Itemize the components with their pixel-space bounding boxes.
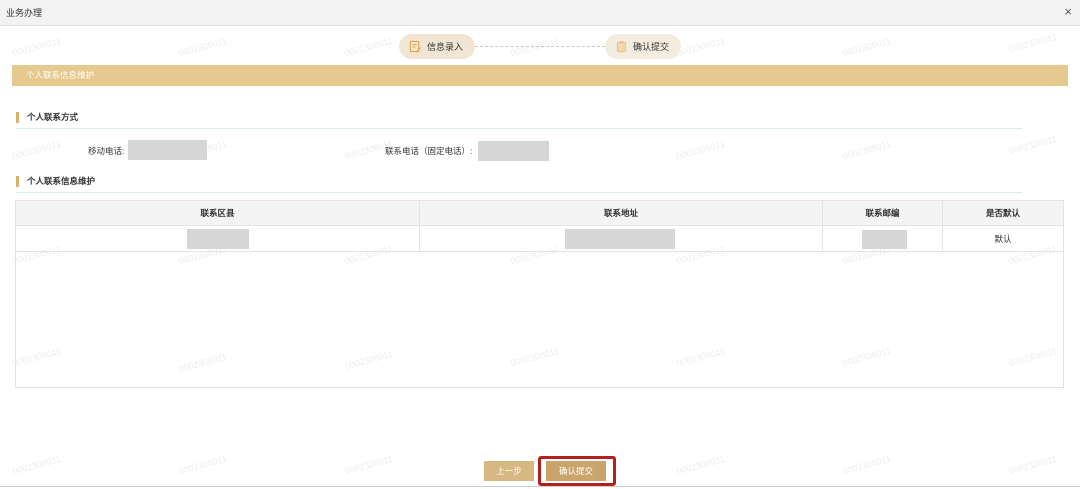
watermark: 0002308011 — [675, 138, 726, 162]
landline-value-masked — [478, 141, 549, 161]
step-info-entry[interactable]: 信息录入 — [399, 34, 475, 59]
watermark: 0002308011 — [675, 453, 726, 477]
watermark: 0002308011 — [841, 453, 892, 477]
watermark: 0002308011 — [11, 453, 62, 477]
address-value-masked — [565, 229, 675, 249]
mobile-label: 移动电话: — [88, 146, 125, 156]
landline-label: 联系电话（固定电话）: — [385, 146, 473, 156]
watermark: 0002308011 — [841, 138, 892, 162]
watermark: 0002308011 — [177, 453, 228, 477]
step-connector — [475, 46, 605, 47]
postcode-cell — [823, 226, 943, 252]
watermark: 0002308011 — [11, 138, 62, 162]
default-cell: 默认 — [994, 234, 1012, 244]
district-value-masked — [187, 229, 249, 249]
watermark: 0002308011 — [1007, 133, 1058, 157]
column-header: 联系邮编 — [823, 201, 943, 226]
divider — [16, 128, 1022, 129]
clipboard-icon — [616, 41, 627, 53]
contact-table: 联系区县 联系地址 联系邮编 是否默认 默认 — [15, 200, 1064, 388]
table-row[interactable]: 默认 — [16, 226, 1063, 252]
address-cell — [420, 226, 823, 252]
edit-doc-icon — [409, 40, 422, 53]
watermark: 0002308011 — [1007, 453, 1058, 477]
confirm-submit-button[interactable]: 确认提交 — [546, 461, 606, 481]
postcode-value-masked — [862, 230, 907, 249]
step-label: 信息录入 — [427, 42, 464, 52]
mobile-value-masked — [128, 140, 207, 160]
table-header: 联系区县 联系地址 联系邮编 是否默认 — [16, 201, 1063, 226]
column-header: 联系地址 — [420, 201, 823, 226]
window-titlebar: 业务办理 × — [0, 0, 1080, 26]
column-header: 是否默认 — [985, 208, 1020, 218]
contact-heading: 个人联系方式 — [16, 112, 78, 123]
step-indicator: 信息录入 确认提交 — [0, 34, 1080, 60]
step-confirm-submit[interactable]: 确认提交 — [605, 34, 681, 59]
step-label: 确认提交 — [633, 42, 670, 52]
prev-step-button[interactable]: 上一步 — [484, 461, 534, 481]
bottom-divider — [0, 486, 1080, 487]
section-title-bar: 个人联系信息维护 — [12, 65, 1068, 86]
divider — [16, 192, 1022, 193]
window-title: 业务办理 — [6, 8, 43, 18]
district-cell — [16, 226, 420, 252]
close-icon[interactable]: × — [1064, 4, 1072, 20]
column-header: 联系区县 — [16, 201, 420, 226]
watermark: 0002308011 — [343, 453, 394, 477]
maintenance-heading: 个人联系信息维护 — [16, 176, 95, 187]
